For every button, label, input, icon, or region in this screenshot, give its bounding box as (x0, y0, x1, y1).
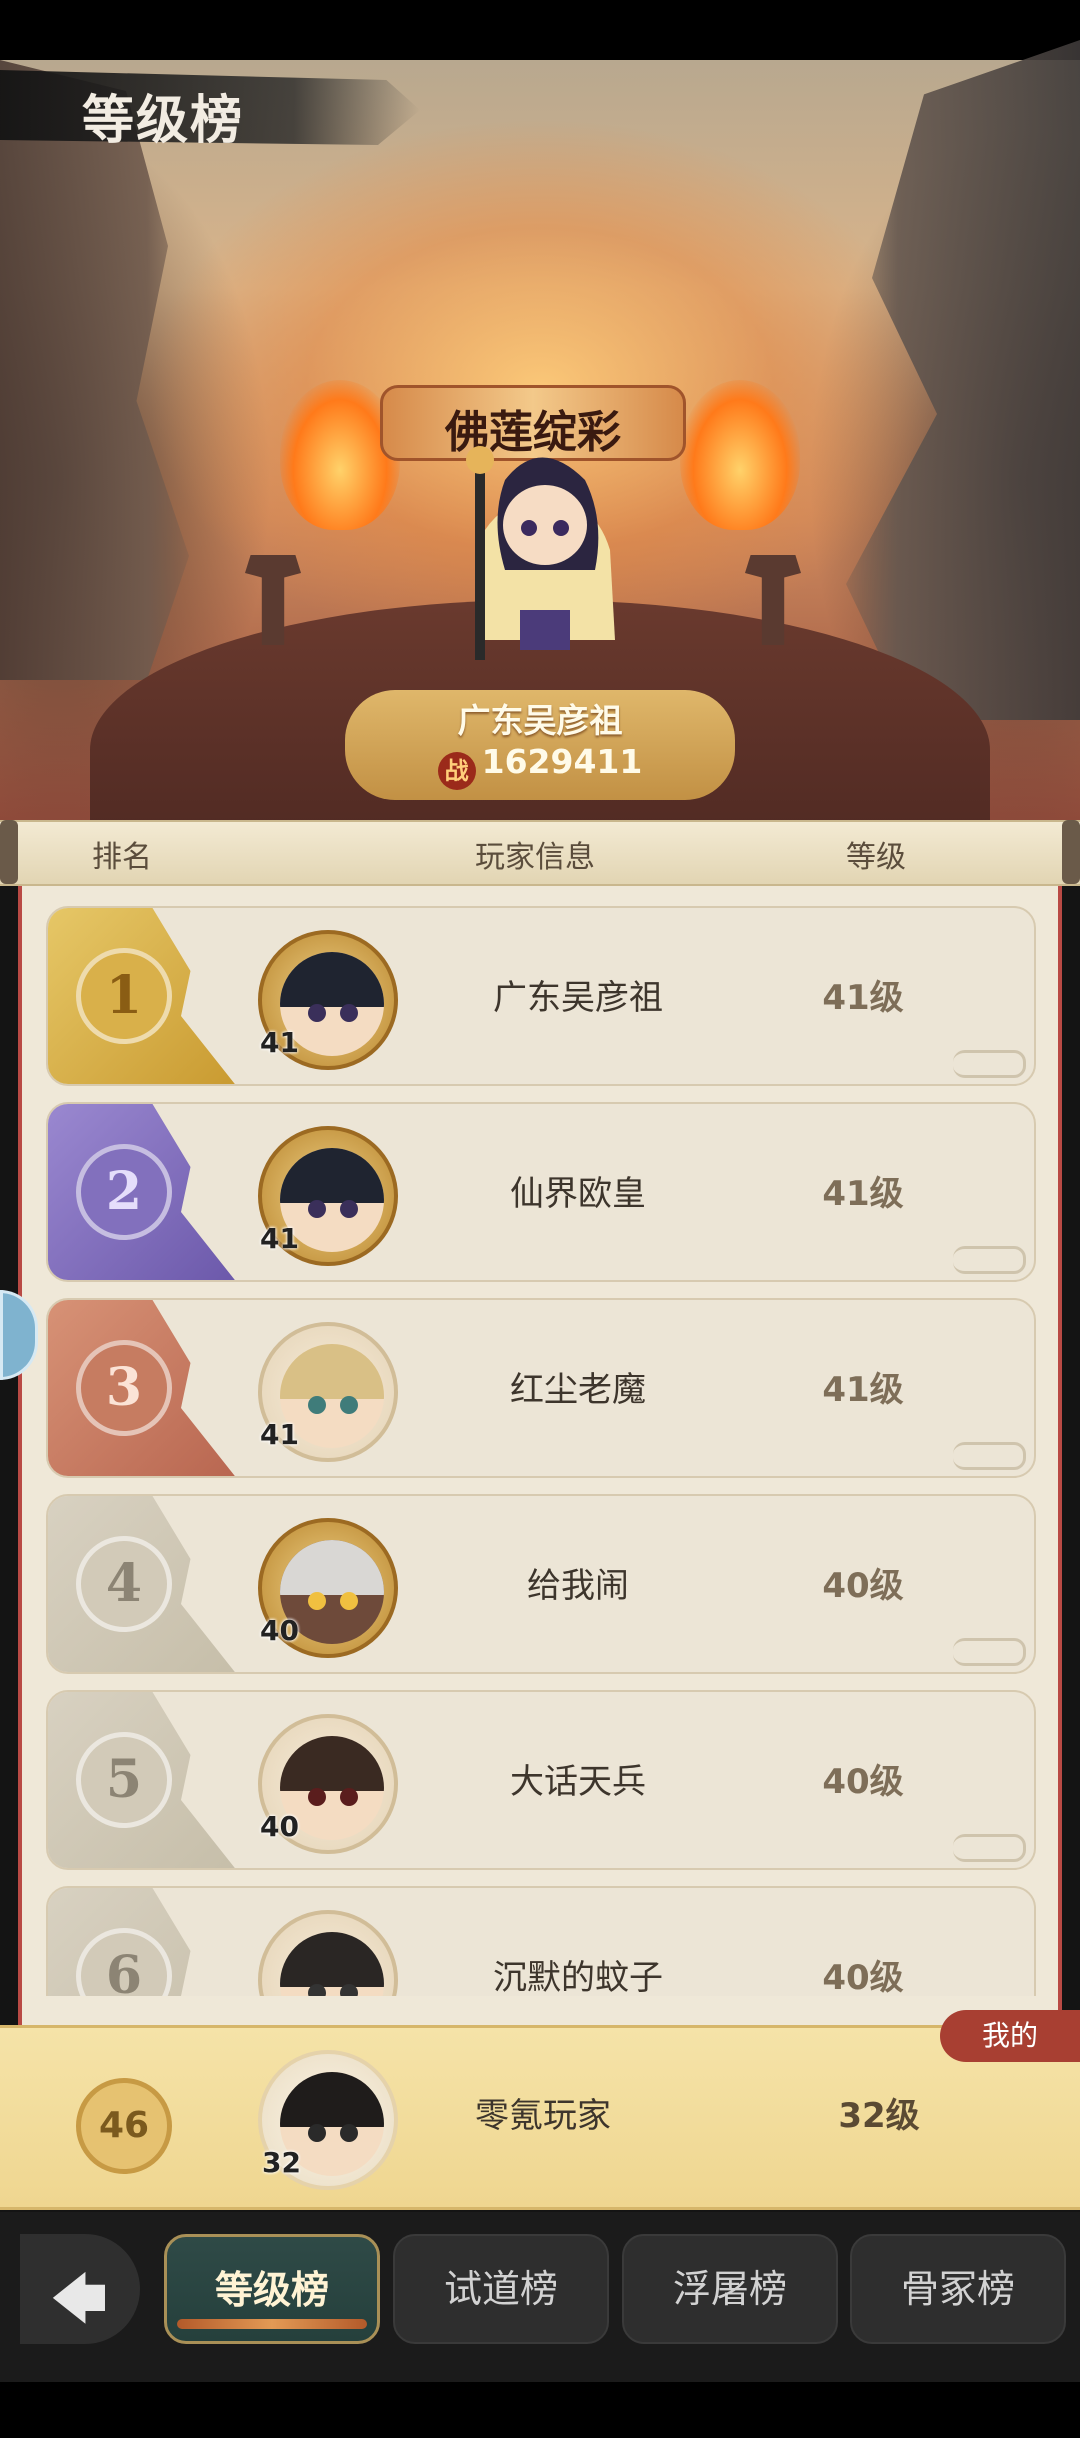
avatar-face (280, 1932, 384, 1996)
player-name: 广东吴彦祖 (493, 978, 663, 1018)
rank-medal: 4 (76, 1536, 172, 1632)
my-rank-medal: 46 (76, 2078, 172, 2174)
rank-banner: 4 (48, 1496, 238, 1672)
scroll-roller-right (1062, 820, 1080, 884)
rank-medal: 6 (76, 1928, 172, 1996)
avatar-eye (308, 1788, 326, 1806)
player-name: 红尘老魔 (510, 1370, 646, 1410)
my-player-level: 32级 (838, 2096, 920, 2136)
cloud-decoration (953, 1442, 1026, 1470)
system-navigation-bar (0, 2382, 1080, 2438)
my-avatar-level-badge: 32 (262, 2146, 301, 2179)
rank-banner: 2 (48, 1104, 238, 1280)
battle-power-icon: 战 (437, 752, 476, 790)
champion-name: 广东吴彦祖 (457, 701, 623, 740)
avatar-eye (340, 1984, 358, 1996)
back-button[interactable]: 🡄 (20, 2234, 140, 2344)
rank-medal: 3 (76, 1340, 172, 1436)
status-bar (0, 0, 1080, 60)
rank-medal: 5 (76, 1732, 172, 1828)
avatar-hair (280, 1540, 384, 1595)
avatar-eye (308, 1984, 326, 1996)
rank-banner: 5 (48, 1692, 238, 1868)
champion-character[interactable] (445, 440, 635, 670)
avatar-hair (280, 2072, 384, 2127)
avatar-level-badge: 41 (260, 1418, 299, 1451)
cloud-decoration (953, 1834, 1026, 1862)
tab-trial-ranking[interactable]: 试道榜 (393, 2234, 609, 2344)
avatar-eye (308, 1004, 326, 1022)
avatar-eye (308, 2124, 326, 2142)
column-level: 等级 (846, 840, 906, 875)
player-avatar[interactable] (258, 1910, 398, 1996)
my-rank-tag: 我的 (940, 2010, 1080, 2062)
avatar-eye (340, 1200, 358, 1218)
column-header: 排名 玩家信息 等级 (0, 820, 1080, 886)
avatar-eye (340, 1004, 358, 1022)
champion-name-plaque: 广东吴彦祖 战 1629411 (345, 690, 735, 800)
avatar-eye (308, 1396, 326, 1414)
avatar-eye (340, 2124, 358, 2142)
ranking-list[interactable]: 1 41 广东吴彦祖 41级 2 41 仙界欧皇 41级 3 41 红尘老魔 4… (0, 896, 1080, 1996)
avatar-eye (308, 1200, 326, 1218)
avatar-hair (280, 1344, 384, 1399)
right-flame-decoration (680, 380, 800, 530)
ranking-row[interactable]: 5 40 大话天兵 40级 (46, 1690, 1036, 1870)
tab-bone-tomb-ranking[interactable]: 骨冢榜 (850, 2234, 1066, 2344)
column-player: 玩家信息 (475, 840, 595, 875)
champion-power-value: 1629411 (481, 742, 643, 781)
cloud-decoration (953, 1050, 1026, 1078)
avatar-eye (340, 1396, 358, 1414)
avatar-eye (308, 1592, 326, 1610)
scroll-roller-left (0, 820, 18, 884)
player-name: 仙界欧皇 (510, 1174, 646, 1214)
ranking-row[interactable]: 4 40 给我闹 40级 (46, 1494, 1036, 1674)
champion-power: 战 1629411 (345, 742, 735, 790)
player-name: 沉默的蚊子 (493, 1958, 663, 1996)
page-title: 等级榜 (82, 90, 245, 151)
bottom-tab-bar: 🡄 等级榜 试道榜 浮屠榜 骨冢榜 (0, 2212, 1080, 2382)
ranking-row[interactable]: 3 41 红尘老魔 41级 (46, 1298, 1036, 1478)
rank-medal: 1 (76, 948, 172, 1044)
ranking-row[interactable]: 1 41 广东吴彦祖 41级 (46, 906, 1036, 1086)
avatar-hair (280, 1932, 384, 1987)
cloud-decoration (953, 1246, 1026, 1274)
player-level: 41级 (822, 1370, 904, 1410)
ranking-row[interactable]: 6 沉默的蚊子 40级 (46, 1886, 1036, 1996)
avatar-hair (280, 1736, 384, 1791)
rank-banner: 6 (48, 1888, 238, 1996)
tab-pagoda-ranking[interactable]: 浮屠榜 (622, 2234, 838, 2344)
cloud-decoration (953, 1638, 1026, 1666)
ranking-row[interactable]: 2 41 仙界欧皇 41级 (46, 1102, 1036, 1282)
avatar-hair (280, 952, 384, 1007)
player-name: 给我闹 (527, 1566, 629, 1606)
back-arrow-icon: 🡄 (50, 2267, 108, 2332)
tab-level-ranking[interactable]: 等级榜 (164, 2234, 380, 2344)
player-level: 40级 (822, 1958, 904, 1996)
rank-medal: 2 (76, 1144, 172, 1240)
avatar-hair (280, 1148, 384, 1203)
player-level: 40级 (822, 1762, 904, 1802)
player-name: 大话天兵 (510, 1762, 646, 1802)
avatar-level-badge: 40 (260, 1810, 299, 1843)
player-level: 41级 (822, 978, 904, 1018)
my-rank-row[interactable]: 46 32 零氪玩家 32级 (0, 2025, 1080, 2210)
column-rank: 排名 (92, 840, 152, 875)
player-level: 40级 (822, 1566, 904, 1606)
rank-banner: 1 (48, 908, 238, 1084)
screen: 等级榜 佛莲绽彩 广东吴彦祖 战 1629411 排名 玩家信息 等级 1 41… (0, 0, 1080, 2438)
avatar-level-badge: 40 (260, 1614, 299, 1647)
avatar-eye (340, 1788, 358, 1806)
avatar-level-badge: 41 (260, 1222, 299, 1255)
avatar-level-badge: 41 (260, 1026, 299, 1059)
my-player-name: 零氪玩家 (475, 2096, 611, 2136)
avatar-eye (340, 1592, 358, 1610)
player-level: 41级 (822, 1174, 904, 1214)
rank-banner: 3 (48, 1300, 238, 1476)
